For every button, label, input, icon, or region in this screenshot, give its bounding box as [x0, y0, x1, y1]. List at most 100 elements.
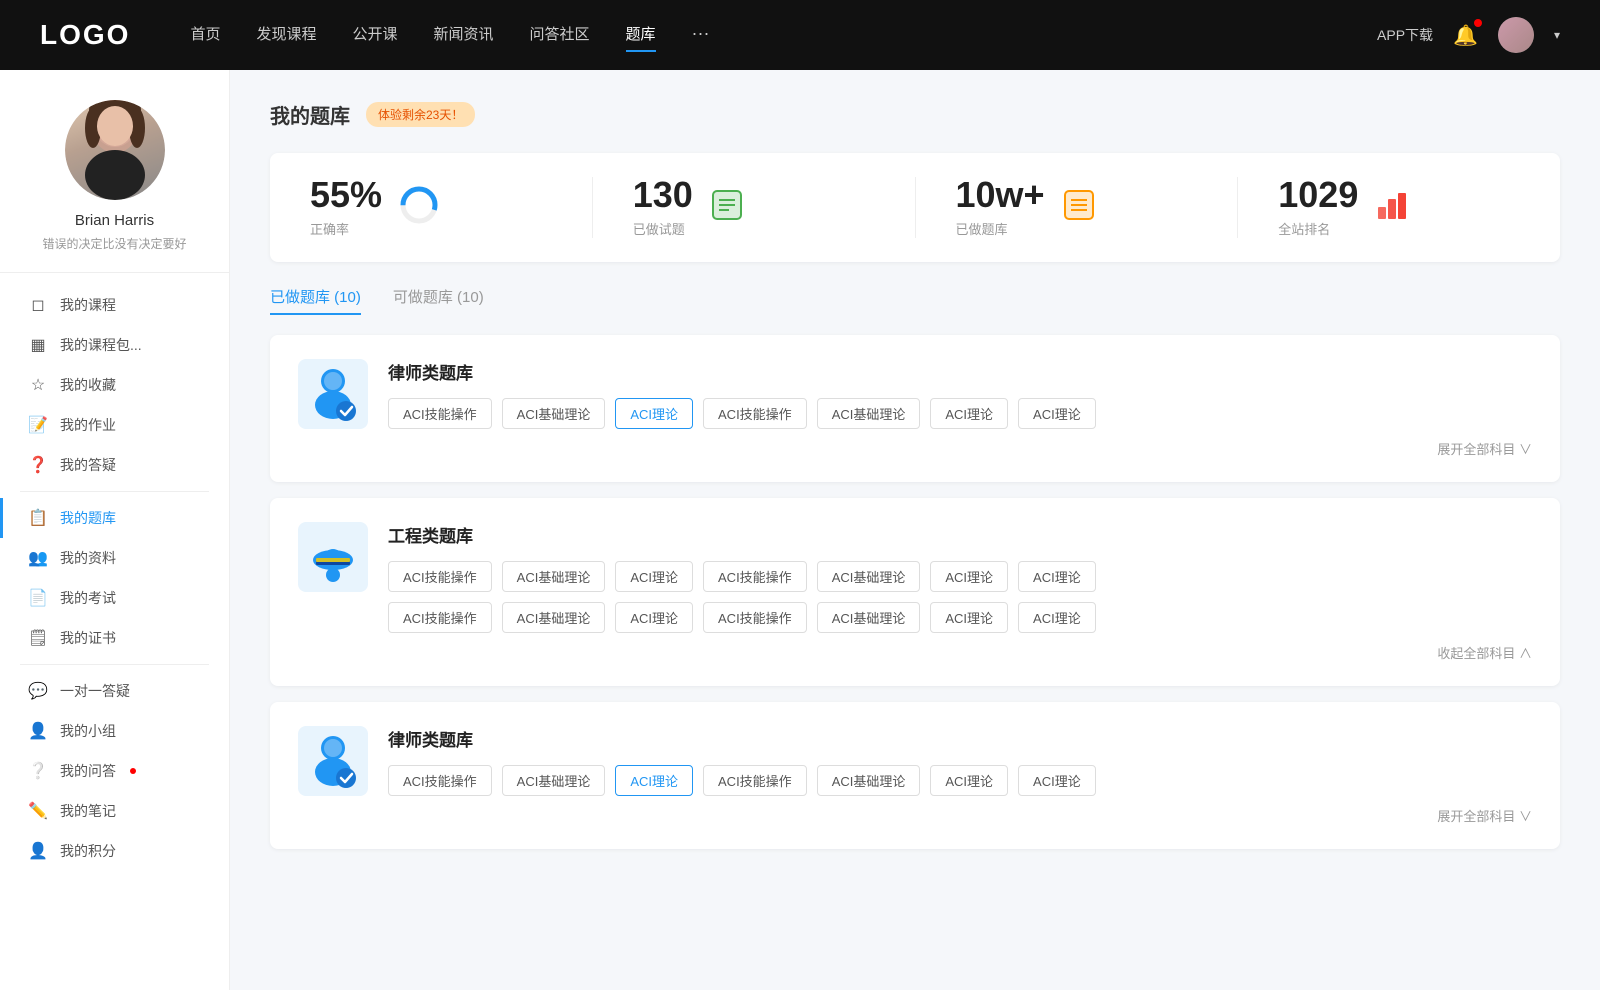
cert-icon: 🗒 [28, 628, 48, 648]
category-name-3: 律师类题库 [388, 726, 1532, 751]
questions-icon: ❔ [28, 761, 48, 781]
trial-badge: 体验剩余23天！ [366, 102, 475, 127]
app-download-btn[interactable]: APP下载 [1377, 25, 1433, 45]
tag-1-1[interactable]: ACI技能操作 [388, 398, 492, 429]
sidebar-label-homework: 我的作业 [60, 415, 116, 435]
tag-2-12[interactable]: ACI基础理论 [817, 602, 921, 633]
sidebar-item-homework[interactable]: 📝 我的作业 [0, 405, 229, 445]
bell-icon: 🔔 [1453, 25, 1478, 47]
tag-3-7[interactable]: ACI理论 [1018, 765, 1096, 796]
sidebar-label-notes: 我的笔记 [60, 801, 116, 821]
tag-2-3[interactable]: ACI理论 [615, 561, 693, 592]
expand-link-2[interactable]: 收起全部科目 ∧ [388, 643, 1532, 662]
tag-3-3[interactable]: ACI理论 [615, 765, 693, 796]
sidebar-item-exam[interactable]: 📄 我的考试 [0, 578, 229, 618]
sidebar-item-my-course[interactable]: ◻ 我的课程 [0, 285, 229, 325]
profile-motto: 错误的决定比没有决定要好 [42, 235, 186, 252]
stat-done-questions-value: 130 [633, 177, 693, 213]
tag-2-13[interactable]: ACI理论 [930, 602, 1008, 633]
sidebar-item-qa[interactable]: ❓ 我的答疑 [0, 445, 229, 485]
top-nav: LOGO 首页 发现课程 公开课 新闻资讯 问答社区 题库 ··· APP下载 … [0, 0, 1600, 70]
qa-icon: ❓ [28, 455, 48, 475]
tag-3-4[interactable]: ACI技能操作 [703, 765, 807, 796]
notes-icon: ✏️ [28, 801, 48, 821]
tag-2-8[interactable]: ACI技能操作 [388, 602, 492, 633]
profile-avatar [65, 100, 165, 200]
sidebar-item-questions[interactable]: ❔ 我的问答 [0, 751, 229, 791]
tag-1-7[interactable]: ACI理论 [1018, 398, 1096, 429]
category-body-3: 律师类题库 ACI技能操作 ACI基础理论 ACI理论 ACI技能操作 ACI基… [388, 726, 1532, 825]
sidebar-item-notes[interactable]: ✏️ 我的笔记 [0, 791, 229, 831]
tag-3-6[interactable]: ACI理论 [930, 765, 1008, 796]
sidebar-item-certificate[interactable]: 🗒 我的证书 [0, 618, 229, 658]
sidebar-divider-2 [20, 664, 209, 665]
one-on-one-icon: 💬 [28, 681, 48, 701]
banks-icon-stat [1061, 187, 1097, 228]
tag-2-2[interactable]: ACI基础理论 [502, 561, 606, 592]
sidebar-item-points[interactable]: 👤 我的积分 [0, 831, 229, 871]
notification-bell[interactable]: 🔔 [1453, 23, 1478, 48]
sidebar-label-certificate: 我的证书 [60, 628, 116, 648]
accuracy-chart-icon [398, 184, 440, 231]
stat-rank-value: 1029 [1278, 177, 1358, 213]
stat-accuracy: 55% 正确率 [270, 177, 593, 238]
tag-3-2[interactable]: ACI基础理论 [502, 765, 606, 796]
tag-2-5[interactable]: ACI基础理论 [817, 561, 921, 592]
sidebar-label-questions: 我的问答 [60, 761, 116, 781]
page-header: 我的题库 体验剩余23天！ [270, 100, 1560, 129]
category-name-2: 工程类题库 [388, 522, 1532, 547]
nav-quiz[interactable]: 题库 [626, 23, 656, 48]
sidebar-item-group[interactable]: 👤 我的小组 [0, 711, 229, 751]
stat-rank-label: 全站排名 [1278, 219, 1358, 238]
sidebar-menu: ◻ 我的课程 ▦ 我的课程包... ☆ 我的收藏 📝 我的作业 ❓ 我的答疑 📋 [0, 273, 229, 883]
tag-1-6[interactable]: ACI理论 [930, 398, 1008, 429]
sidebar-item-quiz[interactable]: 📋 我的题库 [0, 498, 229, 538]
rank-icon-stat [1374, 187, 1410, 228]
sidebar-item-material[interactable]: 👥 我的资料 [0, 538, 229, 578]
category-tags-row2-2: ACI技能操作 ACI基础理论 ACI理论 ACI技能操作 ACI基础理论 AC… [388, 602, 1532, 633]
tag-2-9[interactable]: ACI基础理论 [502, 602, 606, 633]
user-dropdown-arrow[interactable]: ▾ [1554, 28, 1560, 42]
expand-link-1[interactable]: 展开全部科目 ∨ [388, 439, 1532, 458]
tag-2-1[interactable]: ACI技能操作 [388, 561, 492, 592]
tab-available[interactable]: 可做题库 (10) [393, 286, 484, 315]
stat-done-banks: 10w+ 已做题库 [916, 177, 1239, 238]
tag-3-5[interactable]: ACI基础理论 [817, 765, 921, 796]
tag-3-1[interactable]: ACI技能操作 [388, 765, 492, 796]
tag-1-2[interactable]: ACI基础理论 [502, 398, 606, 429]
category-icon-lawyer-1 [298, 359, 368, 429]
nav-news[interactable]: 新闻资讯 [434, 23, 494, 48]
category-name-1: 律师类题库 [388, 359, 1532, 384]
tag-2-4[interactable]: ACI技能操作 [703, 561, 807, 592]
user-avatar[interactable] [1498, 17, 1534, 53]
page-title: 我的题库 [270, 100, 350, 129]
category-card-lawyer-2: 律师类题库 ACI技能操作 ACI基础理论 ACI理论 ACI技能操作 ACI基… [270, 702, 1560, 849]
nav-home[interactable]: 首页 [190, 23, 220, 48]
tag-1-3[interactable]: ACI理论 [615, 398, 693, 429]
stats-row: 55% 正确率 130 已做试题 [270, 153, 1560, 262]
tag-1-5[interactable]: ACI基础理论 [817, 398, 921, 429]
questions-dot [130, 768, 136, 774]
sidebar-item-1on1[interactable]: 💬 一对一答疑 [0, 671, 229, 711]
tag-2-11[interactable]: ACI技能操作 [703, 602, 807, 633]
category-header-3: 律师类题库 ACI技能操作 ACI基础理论 ACI理论 ACI技能操作 ACI基… [298, 726, 1532, 825]
nav-discover[interactable]: 发现课程 [256, 23, 316, 48]
tag-2-14[interactable]: ACI理论 [1018, 602, 1096, 633]
tag-1-4[interactable]: ACI技能操作 [703, 398, 807, 429]
category-icon-lawyer-2 [298, 726, 368, 796]
nav-opencourse[interactable]: 公开课 [352, 23, 397, 48]
nav-qa[interactable]: 问答社区 [530, 23, 590, 48]
tag-2-10[interactable]: ACI理论 [615, 602, 693, 633]
expand-link-3[interactable]: 展开全部科目 ∨ [388, 806, 1532, 825]
tag-2-6[interactable]: ACI理论 [930, 561, 1008, 592]
stat-rank: 1029 全站排名 [1238, 177, 1560, 238]
logo: LOGO [40, 19, 130, 51]
tab-done[interactable]: 已做题库 (10) [270, 286, 361, 315]
category-body-2: 工程类题库 ACI技能操作 ACI基础理论 ACI理论 ACI技能操作 ACI基… [388, 522, 1532, 662]
category-body-1: 律师类题库 ACI技能操作 ACI基础理论 ACI理论 ACI技能操作 ACI基… [388, 359, 1532, 458]
sidebar-item-course-package[interactable]: ▦ 我的课程包... [0, 325, 229, 365]
tag-2-7[interactable]: ACI理论 [1018, 561, 1096, 592]
sidebar-item-favorites[interactable]: ☆ 我的收藏 [0, 365, 229, 405]
nav-more[interactable]: ··· [692, 23, 710, 48]
quiz-icon: 📋 [28, 508, 48, 528]
